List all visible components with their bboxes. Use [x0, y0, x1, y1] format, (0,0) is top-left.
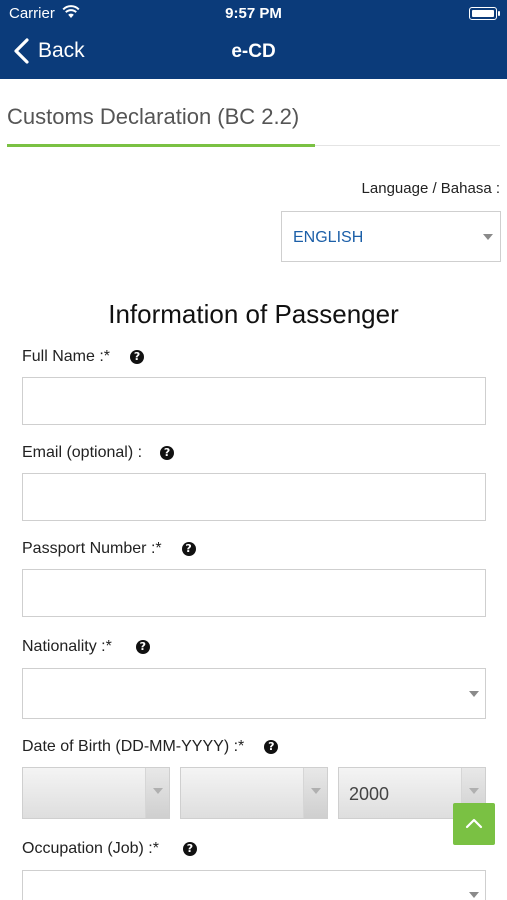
- language-label: Language / Bahasa :: [361, 180, 500, 197]
- status-bar: Carrier 9:57 PM: [0, 0, 507, 28]
- active-tab-indicator: [7, 144, 315, 147]
- chevron-up-icon: [465, 818, 483, 829]
- dob-label: Date of Birth (DD-MM-YYYY) :* ?: [22, 738, 279, 756]
- full-name-label-text: Full Name :*: [22, 348, 111, 365]
- navigation-bar: Back e-CD: [0, 28, 507, 79]
- occupation-label: Occupation (Job) :* ?: [22, 840, 197, 858]
- email-input[interactable]: [22, 473, 486, 521]
- dob-month-select[interactable]: [180, 767, 328, 819]
- passport-number-input[interactable]: [22, 569, 486, 617]
- dropdown-caret-icon: [469, 691, 479, 697]
- help-icon[interactable]: ?: [181, 542, 196, 556]
- page-title-tab[interactable]: Customs Declaration (BC 2.2): [7, 104, 299, 130]
- passport-label-text: Passport Number :*: [22, 540, 162, 557]
- dob-label-text: Date of Birth (DD-MM-YYYY) :*: [22, 738, 245, 755]
- help-icon[interactable]: ?: [130, 350, 145, 364]
- help-icon[interactable]: ?: [135, 640, 150, 654]
- passport-label: Passport Number :* ?: [22, 540, 196, 558]
- section-title: Information of Passenger: [108, 299, 399, 329]
- dropdown-caret-icon: [469, 788, 479, 794]
- help-icon[interactable]: ?: [182, 842, 197, 856]
- battery-icon: [469, 7, 500, 20]
- dob-day-select[interactable]: [22, 767, 170, 819]
- email-label: Email (optional) : ?: [22, 444, 175, 462]
- help-icon[interactable]: ?: [160, 446, 175, 460]
- app-header: Carrier 9:57 PM Back e-CD: [0, 0, 507, 79]
- dropdown-caret-icon: [483, 234, 493, 240]
- dropdown-caret-icon: [311, 788, 321, 794]
- nationality-select[interactable]: [22, 668, 486, 719]
- nationality-label: Nationality :* ?: [22, 638, 150, 656]
- occupation-select[interactable]: [22, 870, 486, 900]
- occupation-label-text: Occupation (Job) :*: [22, 840, 159, 857]
- status-time: 9:57 PM: [225, 5, 282, 22]
- nationality-label-text: Nationality :*: [22, 638, 112, 655]
- dropdown-caret-icon: [153, 788, 163, 794]
- dob-day-dropdown-button[interactable]: [145, 768, 169, 818]
- full-name-input[interactable]: [22, 377, 486, 425]
- dob-month-dropdown-button[interactable]: [303, 768, 327, 818]
- email-label-text: Email (optional) :: [22, 444, 143, 461]
- nav-title: e-CD: [231, 41, 276, 62]
- scroll-to-top-button[interactable]: [453, 803, 495, 845]
- language-select[interactable]: ENGLISH: [281, 211, 501, 262]
- dob-year-value: 2000: [349, 784, 390, 804]
- dropdown-caret-icon: [469, 892, 479, 898]
- full-name-label: Full Name :* ?: [22, 348, 145, 366]
- language-value: ENGLISH: [293, 229, 364, 246]
- help-icon[interactable]: ?: [264, 740, 279, 754]
